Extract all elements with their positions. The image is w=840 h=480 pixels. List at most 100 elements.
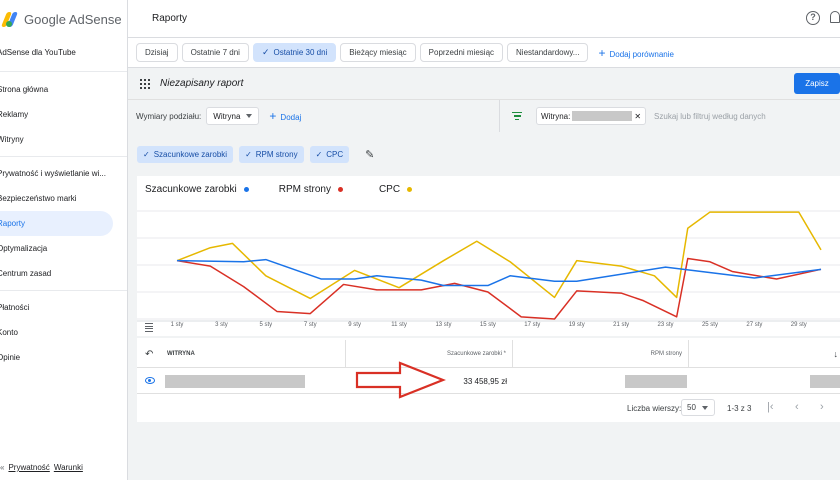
check-icon: ✓	[245, 149, 252, 159]
date-chip-last-7-days[interactable]: Ostatnie 7 dni	[181, 43, 249, 62]
redacted-value	[810, 375, 840, 388]
metric-chip-page-rpm[interactable]: ✓ RPM strony	[239, 145, 304, 163]
plus-icon: +	[598, 45, 606, 60]
dimensions-filter-row: Wymiary podziału: Witryna + Dodaj Witryna…	[128, 100, 840, 132]
table-row[interactable]: 33 458,95 zł	[137, 368, 840, 394]
pagination: Liczba wierszy: 50 1-3 z 3 |‹ ‹ ›	[137, 396, 840, 420]
dimension-select[interactable]: Witryna	[206, 107, 260, 125]
series-line-0	[176, 258, 822, 287]
check-icon: ✓	[315, 149, 323, 159]
sidebar-nav: Strona główna Reklamy Witryny Prywatność…	[0, 72, 127, 370]
table-header: ↶ WITRYNA Szacunkowe zarobki * RPM stron…	[137, 340, 840, 368]
filter-chip-site[interactable]: Witryna: ✕	[536, 107, 647, 125]
column-header-rpm[interactable]: RPM strony	[513, 340, 689, 368]
filter-icon[interactable]	[512, 111, 522, 121]
metric-label: Szacunkowe zarobki	[153, 149, 228, 159]
rows-per-page-select[interactable]: 50	[681, 399, 715, 416]
dimensions-label: Wymiary podziału:	[136, 111, 202, 121]
sidebar: Google AdSense AdSense dla YouTube Stron…	[0, 0, 128, 480]
sidebar-item-sites[interactable]: Witryny	[0, 127, 127, 152]
brand[interactable]: Google AdSense	[0, 0, 127, 38]
sidebar-item-reports[interactable]: Raporty	[0, 211, 113, 236]
sort-asterisk-icon: *	[503, 351, 506, 357]
add-comparison-button[interactable]: + Dodaj porównanie	[598, 46, 674, 60]
x-tick-label: 11 sty	[391, 322, 407, 328]
chip-label: Dzisiaj	[145, 48, 169, 57]
sidebar-item-payments[interactable]: Płatności	[0, 295, 127, 320]
edit-pencil-icon[interactable]: ✎	[365, 148, 374, 161]
sidebar-divider	[0, 156, 127, 157]
x-tick-label: 29 sty	[790, 322, 807, 328]
page-range: 1-3 z 3	[727, 404, 752, 413]
x-tick-label: 23 sty	[657, 322, 674, 328]
series-line-2	[176, 211, 822, 300]
date-range-bar: Dzisiaj Ostatnie 7 dni ✓ Ostatnie 30 dni …	[128, 38, 840, 68]
chip-label: Bieżący miesiąc	[349, 48, 407, 57]
terms-link[interactable]: Warunki	[54, 463, 83, 472]
redacted-filter-value	[572, 111, 633, 121]
check-icon: ✓	[143, 149, 150, 159]
report-table: ↶ WITRYNA Szacunkowe zarobki * RPM stron…	[137, 338, 840, 422]
sidebar-item-home[interactable]: Strona główna	[0, 77, 127, 102]
add-dimension-button[interactable]: + Dodaj	[269, 109, 301, 123]
x-tick-label: 19 sty	[568, 322, 585, 328]
series-line-1	[176, 257, 822, 320]
notifications-icon[interactable]	[830, 11, 840, 23]
date-chip-current-month[interactable]: Bieżący miesiąc	[340, 43, 416, 62]
first-page-icon[interactable]: |‹	[767, 401, 774, 413]
sidebar-item-privacy[interactable]: Prywatność i wyświetlanie wi...	[0, 161, 127, 186]
metric-chip-estimated-earnings[interactable]: ✓ Szacunkowe zarobki	[137, 145, 234, 163]
sidebar-item-brand-safety[interactable]: Bezpieczeństwo marki	[0, 186, 127, 211]
adsense-app: Google AdSense AdSense dla YouTube Stron…	[0, 0, 840, 480]
sidebar-footer: « Prywatność Warunki	[0, 463, 83, 472]
column-label: Szacunkowe zarobki	[446, 351, 502, 357]
x-tick-label: 5 sty	[259, 322, 273, 328]
chip-label: Ostatnie 30 dni	[273, 48, 328, 57]
back-arrow-icon[interactable]: ↶	[145, 349, 153, 360]
x-axis-labels: 1 sty 3 sty 5 sty 7 sty 9 sty 11 sty 13 sty 15 …	[137, 322, 840, 332]
save-button[interactable]: Zapisz	[794, 73, 840, 94]
sort-arrow-icon[interactable]: ↓	[834, 349, 839, 359]
adsense-logo-icon	[0, 11, 19, 27]
sidebar-item-optimization[interactable]: Optymalizacja	[0, 236, 127, 261]
add-comparison-label: Dodaj porównanie	[609, 49, 674, 59]
help-icon[interactable]: ?	[806, 11, 820, 25]
topbar-icons: ?	[806, 11, 840, 25]
date-chip-last-30-days[interactable]: ✓ Ostatnie 30 dni	[252, 43, 337, 62]
topbar: Raporty ?	[128, 0, 840, 38]
product-name[interactable]: AdSense dla YouTube	[0, 38, 127, 72]
report-header: Niezapisany raport Zapisz	[128, 68, 840, 100]
x-tick-label: 3 sty	[215, 322, 228, 328]
apps-grid-icon[interactable]	[140, 78, 150, 89]
check-icon: ✓	[261, 47, 270, 57]
metric-chip-cpc[interactable]: ✓ CPC	[309, 145, 350, 163]
x-tick-label: 15 sty	[479, 322, 496, 328]
filter-search-input[interactable]: Szukaj lub filtruj według danych	[654, 112, 766, 121]
plus-icon: +	[269, 109, 277, 123]
chart-card: Szacunkowe zarobki RPM strony CPC 1 sty 3…	[137, 176, 840, 336]
x-tick-label: 17 sty	[524, 322, 541, 328]
prev-page-icon[interactable]: ‹	[795, 401, 799, 413]
next-page-icon[interactable]: ›	[820, 401, 824, 413]
x-tick-label: 7 sty	[303, 322, 317, 328]
close-icon[interactable]: ✕	[634, 112, 641, 121]
chip-label: Ostatnie 7 dni	[190, 48, 240, 57]
sidebar-item-ads[interactable]: Reklamy	[0, 102, 127, 127]
sidebar-divider	[0, 290, 127, 291]
sidebar-item-feedback[interactable]: Opinie	[0, 345, 127, 370]
date-chip-previous-month[interactable]: Poprzedni miesiąc	[419, 43, 504, 62]
redacted-site-name	[165, 375, 305, 388]
filter-label: Witryna:	[541, 111, 571, 121]
date-chip-today[interactable]: Dzisiaj	[136, 43, 178, 62]
eye-icon[interactable]	[145, 377, 155, 384]
privacy-link[interactable]: Prywatność	[8, 463, 49, 472]
sidebar-item-account[interactable]: Konto	[0, 320, 127, 345]
x-tick-label: 25 sty	[701, 322, 718, 328]
date-chip-custom[interactable]: Niestandardowy...	[507, 43, 589, 62]
rows-per-page-label: Liczba wierszy:	[627, 404, 682, 413]
sidebar-item-policy-center[interactable]: Centrum zasad	[0, 261, 127, 286]
report-name[interactable]: Niezapisany raport	[160, 78, 243, 89]
column-header-site[interactable]: WITRYNA	[167, 351, 195, 357]
collapse-icon[interactable]: «	[0, 463, 4, 472]
chevron-down-icon	[701, 405, 708, 410]
